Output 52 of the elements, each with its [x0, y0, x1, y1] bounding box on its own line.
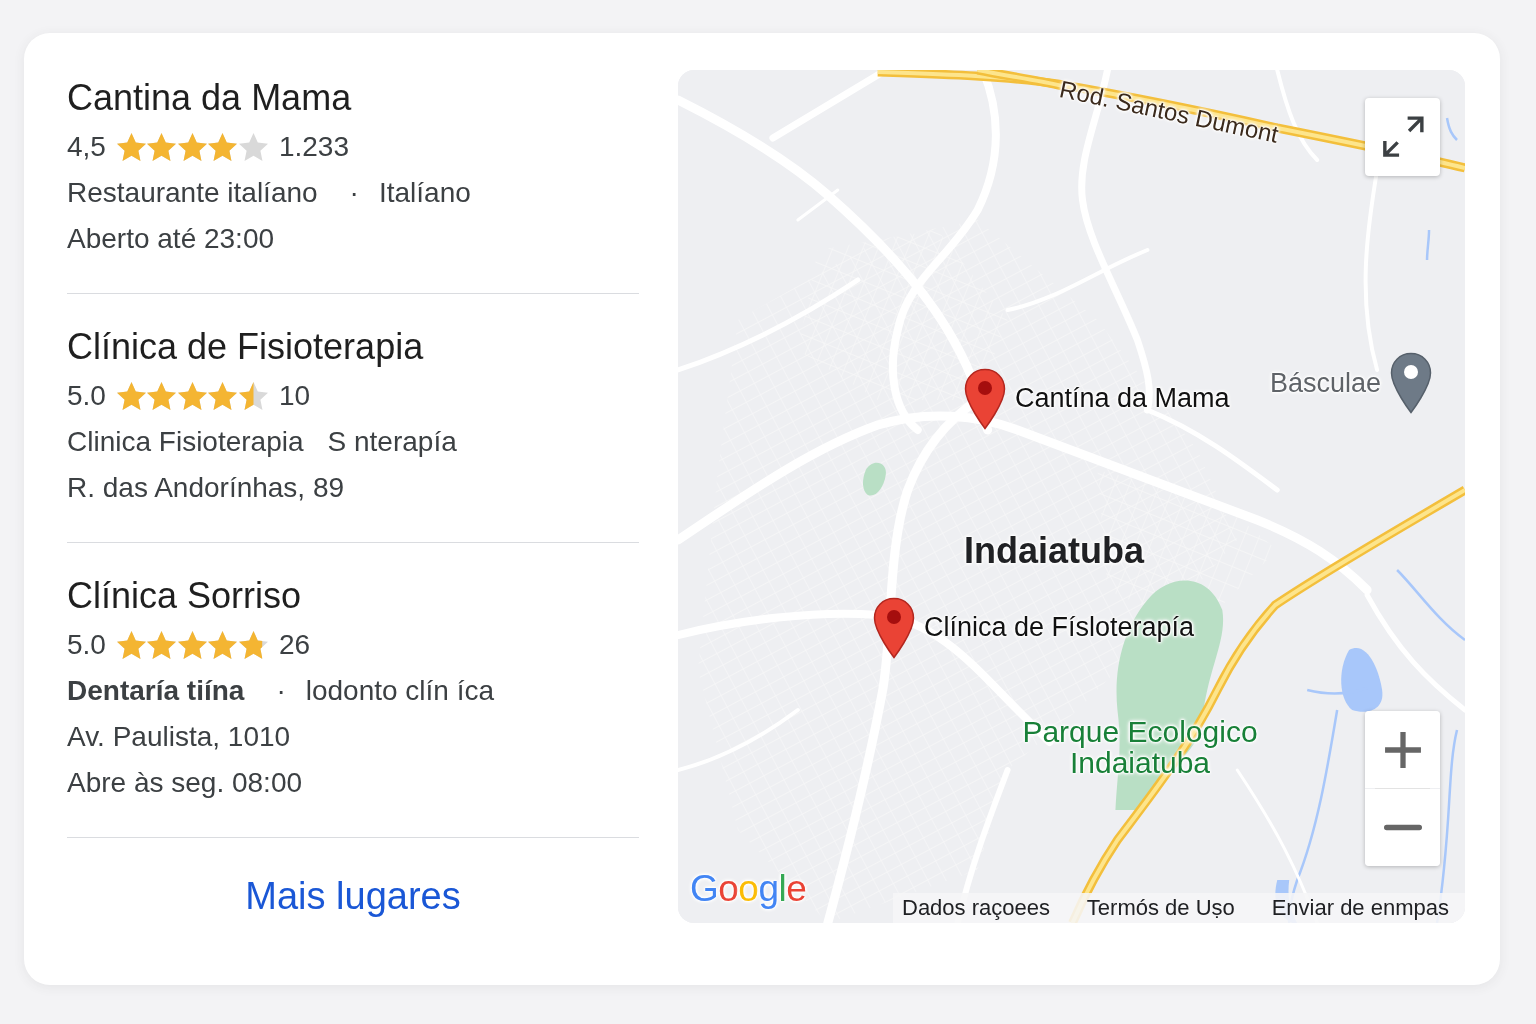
detail-text: Abre às seg. 08:00	[67, 766, 303, 800]
detail-text: Av. Paulista, 1010	[67, 720, 291, 754]
detail-text: Aberto até 23:00	[67, 222, 275, 256]
place-name: Clínica Sorriso	[67, 574, 302, 618]
star-icon	[116, 382, 146, 410]
map-logo: Google	[690, 867, 807, 911]
review-count: 1.233	[278, 130, 349, 164]
star-icon	[177, 382, 207, 410]
road-label: Rod. Santos Dumont	[1057, 75, 1281, 149]
review-count: 10	[278, 379, 311, 413]
star-icon	[177, 133, 207, 161]
category-text: lodonto clín íca	[305, 674, 495, 708]
star-icon	[177, 631, 207, 659]
more-places-link[interactable]: Mais lugares	[245, 873, 461, 919]
expand-icon	[1381, 116, 1424, 158]
star-icon	[116, 133, 146, 161]
star-icon	[147, 631, 177, 659]
star-icon	[208, 382, 238, 410]
map-pin-icon[interactable]	[1390, 352, 1432, 414]
category-text: S nterapía	[327, 425, 457, 459]
pin-label: Cantína da Mama	[1015, 382, 1230, 414]
minus-icon	[1383, 824, 1422, 831]
star-icon	[208, 631, 238, 659]
separator-dot: ·	[349, 176, 359, 210]
star-icon	[147, 133, 177, 161]
star-icon	[238, 631, 268, 659]
fullscreen-button[interactable]	[1365, 98, 1440, 176]
place-name: Clínica de Fisioterapia	[67, 325, 424, 369]
rating-value: 5.0	[67, 379, 106, 413]
star-icon	[116, 631, 146, 659]
star-icon	[238, 382, 268, 410]
zoom-out-button[interactable]	[1365, 789, 1440, 866]
separator-dot: ·	[276, 674, 286, 708]
rating-value: 5.0	[67, 628, 106, 662]
zoom-in-button[interactable]	[1365, 711, 1440, 788]
detail-text: R. das Andorínhas, 89	[67, 471, 345, 505]
pin-label: Clínica de Físloterapía	[924, 611, 1195, 643]
city-label: Indaiatuba	[964, 530, 1145, 572]
map-pin-icon[interactable]	[964, 368, 1006, 430]
star-icon	[147, 382, 177, 410]
rating-value: 4,5	[67, 130, 106, 164]
category-text: Clinica Fisioterapia	[67, 425, 304, 459]
pin-label: Básculae	[1269, 367, 1381, 399]
category-text: Italíano	[378, 176, 471, 210]
plus-icon	[1383, 730, 1422, 769]
category-text: Restaurante italíano	[67, 176, 318, 210]
category-text: Dentaría tiína	[67, 674, 245, 708]
star-icon	[208, 133, 238, 161]
star-icon	[238, 133, 268, 161]
review-count: 26	[278, 628, 311, 662]
map-pin-icon[interactable]	[873, 597, 915, 659]
place-name: Cantina da Mama	[67, 76, 352, 120]
